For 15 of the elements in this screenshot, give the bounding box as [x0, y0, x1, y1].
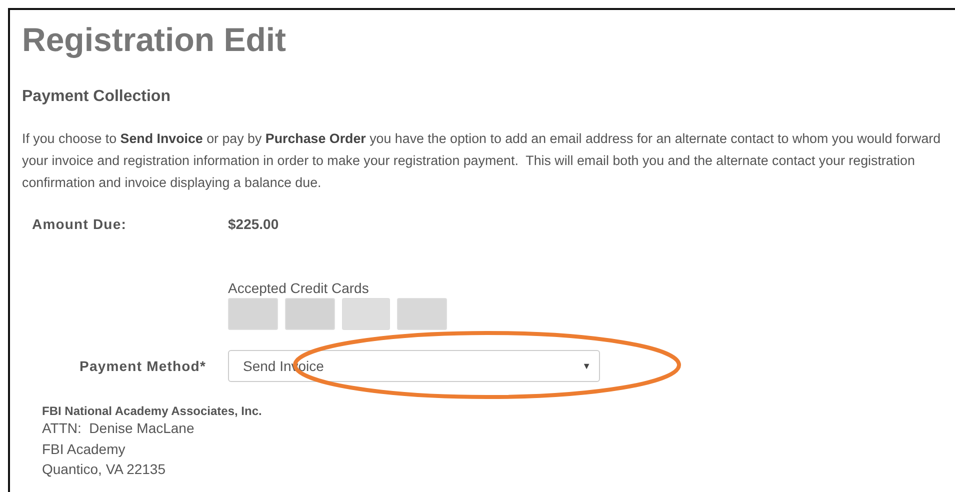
section-title: Payment Collection — [22, 88, 172, 106]
credit-card-icon — [342, 298, 390, 330]
credit-card-icon — [397, 298, 447, 330]
credit-card-icon — [228, 298, 278, 330]
payment-method-label: Payment Method* — [78, 358, 207, 374]
page-title: Registration Edit — [22, 20, 288, 60]
amount-due-label: Amount Due: — [31, 216, 128, 232]
address-line: FBI Academy — [42, 440, 126, 459]
credit-cards-label: Accepted Credit Cards — [228, 280, 370, 296]
intro-paragraph: If you choose to Send Invoice or pay by Purchase Order you have the option to add an email address for an alternate contact to whom you would forward your invoice and registration information in order to make your registration payment. This will email both you and the alternate contact your registration confirmation and invoice displaying a balance due. — [22, 130, 942, 192]
address-line: ATTN: Denise MacLane — [42, 419, 196, 438]
credit-card-icon — [285, 298, 335, 330]
amount-due-value: $225.00 — [228, 216, 279, 232]
organization-name: FBI National Academy Associates, Inc. — [42, 404, 263, 418]
address-line: Quantico, VA 22135 — [42, 460, 166, 479]
